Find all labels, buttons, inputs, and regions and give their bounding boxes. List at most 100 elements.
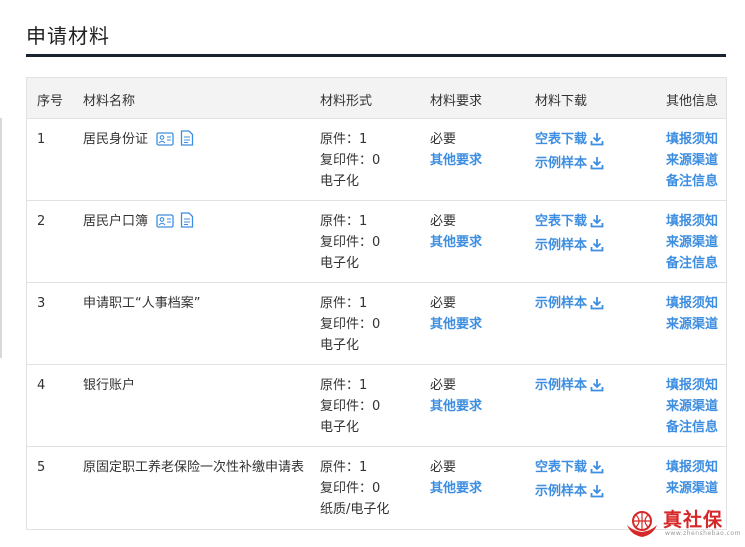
page-title: 申请材料 <box>26 24 110 48</box>
brand-site: www.zhenshebao.com <box>665 530 741 537</box>
form-line: 电子化 <box>320 174 360 189</box>
row-seq: 5 <box>37 460 46 475</box>
download-link[interactable]: 空表下载 <box>535 457 604 481</box>
row-seq: 2 <box>37 214 46 229</box>
row-material-name: 申请职工“人事档案” <box>83 293 200 314</box>
material-icons <box>156 212 200 235</box>
download-icon <box>590 132 604 153</box>
download-link[interactable]: 示例样本 <box>535 375 604 399</box>
row-material-download: 示例样本 <box>535 293 604 317</box>
other-requirements-link[interactable]: 其他要求 <box>430 478 482 499</box>
row-material-requirement: 必要 其他要求 <box>430 457 482 499</box>
other-info-link[interactable]: 备注信息 <box>666 171 718 192</box>
other-info-link[interactable]: 备注信息 <box>666 253 718 274</box>
other-requirements-link[interactable]: 其他要求 <box>430 314 482 335</box>
form-line: 电子化 <box>320 256 360 271</box>
row-material-requirement: 必要 其他要求 <box>430 293 482 335</box>
download-link[interactable]: 示例样本 <box>535 153 604 177</box>
row-material-name: 原固定职工养老保险一次性补缴申请表 <box>83 457 304 478</box>
other-info-link[interactable]: 来源渠道 <box>666 314 718 335</box>
form-line: 原件：1 <box>320 214 368 229</box>
row-material-download: 示例样本 <box>535 375 604 399</box>
other-info-link[interactable]: 来源渠道 <box>666 396 718 417</box>
download-label: 示例样本 <box>535 238 588 253</box>
download-icon <box>590 460 604 481</box>
requirement-text: 必要 <box>430 296 457 311</box>
download-icon <box>590 156 604 177</box>
download-label: 空表下载 <box>535 214 588 229</box>
row-material-form: 原件：1 复印件：0 电子化 <box>320 293 380 356</box>
document-icon[interactable] <box>180 212 200 232</box>
other-requirements-link[interactable]: 其他要求 <box>430 232 482 253</box>
row-material-download: 空表下载 示例样本 <box>535 211 604 259</box>
material-name-text: 申请职工“人事档案” <box>83 296 201 311</box>
row-material-name: 居民身份证 <box>83 129 200 153</box>
row-seq: 3 <box>37 296 46 311</box>
download-icon <box>590 484 604 505</box>
document-icon[interactable] <box>180 130 200 150</box>
requirement-text: 必要 <box>430 132 457 147</box>
form-line: 原件：1 <box>320 132 368 147</box>
header-name: 材料名称 <box>83 94 136 109</box>
form-line: 原件：1 <box>320 296 368 311</box>
other-info-link[interactable]: 填报须知 <box>666 129 718 150</box>
table-header: 序号 材料名称 材料形式 材料要求 材料下载 其他信息 <box>27 78 726 119</box>
other-info-link[interactable]: 来源渠道 <box>666 150 718 171</box>
material-name-text: 银行账户 <box>83 378 136 393</box>
table-row: 1 居民身份证 原件：1 复印件：0 电子化 必要其他要求 空表下载 示例样本 填报须知 来源渠道… <box>27 119 726 201</box>
table-row: 4 银行账户 原件：1 复印件：0 电子化 必要 其他要求 示例样本 填报须知 来源渠道 备注信息 <box>27 365 726 447</box>
download-link[interactable]: 空表下载 <box>535 211 604 235</box>
header-other: 其他信息 <box>666 94 719 109</box>
material-icons <box>156 130 200 153</box>
download-label: 空表下载 <box>535 460 588 475</box>
other-info-link[interactable]: 填报须知 <box>666 293 718 314</box>
other-info-link[interactable]: 填报须知 <box>666 457 718 478</box>
download-icon <box>590 238 604 259</box>
download-link[interactable]: 示例样本 <box>535 481 604 505</box>
download-link[interactable]: 示例样本 <box>535 293 604 317</box>
row-material-form: 原件：1 复印件：0 纸质/电子化 <box>320 457 389 520</box>
form-line: 复印件：0 <box>320 317 381 332</box>
header-form: 材料形式 <box>320 94 373 109</box>
download-label: 示例样本 <box>535 296 588 311</box>
form-line: 电子化 <box>320 338 360 353</box>
table-body: 1 居民身份证 原件：1 复印件：0 电子化 必要 其他要求 空表下载 示例样本 填报须知 来源渠道… <box>27 119 726 529</box>
row-material-form: 原件：1 复印件：0 电子化 <box>320 129 380 192</box>
other-requirements-link[interactable]: 其他要求 <box>430 396 482 417</box>
other-requirements-link[interactable]: 其他要求 <box>430 150 482 171</box>
requirement-text: 必要 <box>430 460 457 475</box>
row-seq: 4 <box>37 378 46 393</box>
id-card-icon[interactable] <box>156 214 180 232</box>
material-name-text: 居民身份证 <box>83 132 149 147</box>
brand-name: 真社保 <box>663 509 724 531</box>
download-link[interactable]: 示例样本 <box>535 235 604 259</box>
table-row: 5 原固定职工养老保险一次性补缴申请表 原件：1 复印件：0 纸质/电子化 必要 其他要求 空… <box>27 447 726 529</box>
other-info-link[interactable]: 备注信息 <box>666 417 718 438</box>
row-material-name: 银行账户 <box>83 375 135 396</box>
row-other-info: 填报须知 来源渠道 <box>666 457 718 499</box>
brand-logo-icon <box>627 511 657 537</box>
id-card-icon[interactable] <box>156 132 180 150</box>
row-other-info: 填报须知 来源渠道 <box>666 293 718 335</box>
form-line: 原件：1 <box>320 378 368 393</box>
row-material-name: 居民户口簿 <box>83 211 200 235</box>
row-other-info: 填报须知 来源渠道 备注信息 <box>666 375 718 438</box>
download-label: 示例样本 <box>535 484 588 499</box>
download-icon <box>590 214 604 235</box>
other-info-link[interactable]: 填报须知 <box>666 375 718 396</box>
other-info-link[interactable]: 来源渠道 <box>666 478 718 499</box>
row-material-download: 空表下载 示例样本 <box>535 457 604 505</box>
material-name-text: 居民户口簿 <box>83 214 149 229</box>
download-icon <box>590 296 604 317</box>
row-seq: 1 <box>37 132 46 147</box>
table-row: 3 申请职工“人事档案” 原件：1 复印件：0 电子化 必要其他要求 示例样本 填报须知 来源渠… <box>27 283 726 365</box>
form-line: 复印件：0 <box>320 399 381 414</box>
download-link[interactable]: 空表下载 <box>535 129 604 153</box>
watermark: 真社保 www.zhenshebao.com <box>625 505 740 541</box>
header-download: 材料下载 <box>535 94 588 109</box>
form-line: 电子化 <box>320 420 360 435</box>
requirement-text: 必要 <box>430 214 457 229</box>
other-info-link[interactable]: 填报须知 <box>666 211 718 232</box>
header-seq: 序号 <box>37 94 64 109</box>
other-info-link[interactable]: 来源渠道 <box>666 232 718 253</box>
